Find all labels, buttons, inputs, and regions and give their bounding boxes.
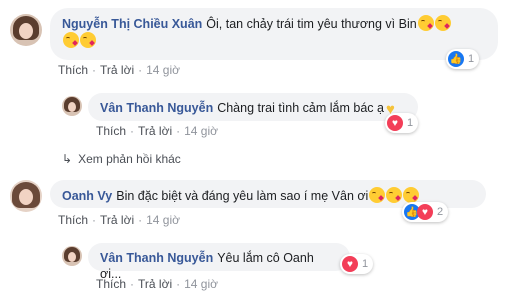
reaction-count: 1 [407,117,414,129]
kiss-emoji-icon [403,187,420,203]
kiss-emoji-icon [369,187,386,203]
more-replies-link[interactable]: ↳ Xem phản hồi khác [62,152,181,166]
comment-text: Bin đặc biệt và đáng yêu làm sao í mẹ Vâ… [116,189,369,203]
comment-author[interactable]: Vân Thanh Nguyễn [100,251,213,265]
comment-bubble: Vân Thanh Nguyễn Yêu lắm cô Oanh ơi... [88,243,350,281]
reply-link[interactable]: Trả lời [100,213,134,227]
like-icon: 👍 [448,51,464,67]
comment-time[interactable]: 14 giờ [146,63,180,77]
like-link[interactable]: Thích [96,277,126,291]
comment-text: Ôi, tan chảy trái tim yêu thương vì Bin [206,17,417,31]
reply-link[interactable]: Trả lời [100,63,134,77]
comment-author[interactable]: Vân Thanh Nguyễn [100,101,213,115]
comment-author[interactable]: Nguyễn Thị Chiều Xuân [62,17,202,31]
reaction-count: 1 [362,258,369,270]
comment-meta: Thích · Trả lời · 14 giờ [96,124,218,138]
avatar[interactable] [62,246,82,266]
comment-time[interactable]: 14 giờ [146,213,180,227]
comment-time[interactable]: 14 giờ [184,277,218,291]
reply-link[interactable]: Trả lời [138,277,172,291]
like-link[interactable]: Thích [96,124,126,138]
kiss-emoji-icon [434,15,451,31]
avatar[interactable] [62,96,82,116]
avatar[interactable] [10,14,42,46]
reply-arrow-icon: ↳ [62,152,73,166]
reaction-summary[interactable]: 👍 ♥ 2 [402,202,449,222]
like-link[interactable]: Thích [58,63,88,77]
kiss-emoji-icon [63,32,79,48]
comment-meta: Thích · Trả lời · 14 giờ [96,277,218,291]
reaction-summary[interactable]: ♥ 1 [385,113,419,133]
reaction-count: 1 [468,53,475,65]
comment-bubble: Vân Thanh Nguyễn Chàng trai tình cảm lắm … [88,93,418,121]
comment-time[interactable]: 14 giờ [184,124,218,138]
love-icon: ♥ [417,204,433,220]
reaction-count: 2 [437,206,444,218]
love-icon: ♥ [387,115,403,131]
reply-link[interactable]: Trả lời [138,124,172,138]
avatar[interactable] [10,180,42,212]
reaction-summary[interactable]: ♥ 1 [340,254,374,274]
like-link[interactable]: Thích [58,213,88,227]
kiss-emoji-icon [417,15,434,31]
comment-text: Chàng trai tình cảm lắm bác ạ [217,101,384,115]
comment-bubble: Nguyễn Thị Chiều Xuân Ôi, tan chảy trái t… [50,8,498,60]
kiss-emoji-icon [80,32,96,48]
comment-meta: Thích · Trả lời · 14 giờ [58,63,180,77]
love-icon: ♥ [342,256,358,272]
kiss-emoji-icon [386,187,403,203]
more-replies-label[interactable]: Xem phản hồi khác [78,152,181,166]
reaction-summary[interactable]: 👍 1 [446,49,480,69]
comment-author[interactable]: Oanh Vy [62,189,112,203]
comment-meta: Thích · Trả lời · 14 giờ [58,213,180,227]
